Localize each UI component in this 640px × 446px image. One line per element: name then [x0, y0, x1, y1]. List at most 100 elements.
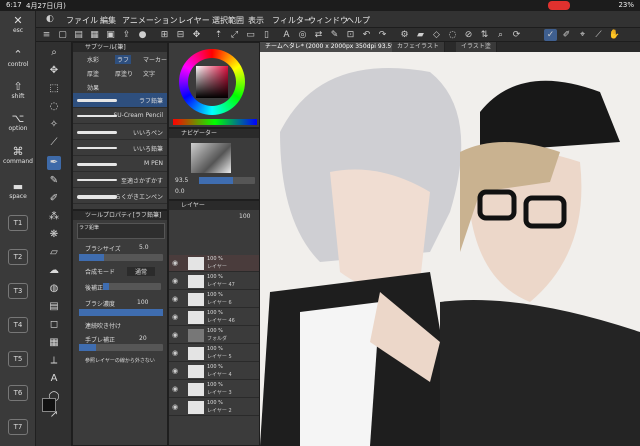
snap-icon[interactable]: ⌖ [576, 29, 589, 41]
pen-icon[interactable]: ✎ [328, 29, 341, 41]
record-icon[interactable]: ● [136, 29, 149, 41]
color-swap-icon[interactable]: ⇄ [312, 29, 325, 41]
move-tool-icon[interactable]: ✥ [47, 64, 61, 78]
rotate-icon[interactable]: ⟳ [510, 29, 523, 41]
zoom-icon[interactable]: ⌕ [494, 29, 507, 41]
option-key[interactable]: ⌥ option [2, 113, 34, 133]
subtool-tab-thick[interactable]: 厚塗 [87, 69, 99, 78]
gallery-icon[interactable]: ▣ [104, 29, 117, 41]
menu-animation[interactable]: アニメーション [122, 15, 178, 26]
gradient-tool-icon[interactable]: ▤ [47, 300, 61, 314]
ruler-icon[interactable]: ⟋ [592, 29, 605, 41]
t5-key[interactable]: T5 [2, 351, 34, 367]
menu-layer[interactable]: レイヤー [178, 15, 210, 26]
stabilize-value[interactable]: 20 [139, 335, 147, 342]
canvas-tab-active[interactable]: チームヘタレ* (2000 x 2000px 350dpi 93.5%) [260, 42, 406, 52]
material-icon[interactable]: ⊟ [174, 29, 187, 41]
layer-row[interactable]: ◉ 100 % レイヤー 6 [169, 291, 259, 308]
control-key[interactable]: ⌃ control [2, 49, 34, 69]
navigator-zoom[interactable]: 93.5 [175, 177, 188, 184]
menu-edit[interactable]: 編集 [100, 15, 116, 26]
smooth-slider[interactable] [103, 283, 161, 290]
menu-icon[interactable]: ≡ [40, 29, 53, 41]
t4-key[interactable]: T4 [2, 317, 34, 333]
zoom-tool-icon[interactable]: ⌕ [47, 46, 61, 60]
esc-key[interactable]: ✕ esc [2, 15, 34, 35]
frame-tool-icon[interactable]: ▦ [47, 336, 61, 350]
brush-size-slider[interactable] [79, 254, 163, 261]
canvas-tab[interactable]: イラスト塗 [456, 42, 497, 52]
menu-filter[interactable]: フィルター [272, 15, 312, 26]
ref-layer-label[interactable]: 参照レイヤーの線から外さない [85, 357, 155, 364]
t1-key[interactable]: T1 [2, 215, 34, 231]
stabilize-slider[interactable] [79, 344, 163, 351]
layer-row[interactable]: ◉ 100 % レイヤー 3 [169, 381, 259, 398]
decor-tool-icon[interactable]: ❋ [47, 228, 61, 242]
layer-row[interactable]: ◉ 100 % レイヤー 4 [169, 363, 259, 380]
pencil-tool-icon[interactable]: ✎ [47, 174, 61, 188]
brush-item[interactable]: いいろ鉛筆 [73, 141, 167, 156]
color-sliders[interactable] [173, 119, 257, 125]
deselect-icon[interactable]: ⊘ [462, 29, 475, 41]
ruler-tool-icon[interactable]: ⟂ [47, 354, 61, 368]
lasso-tool-icon[interactable]: ◌ [47, 100, 61, 114]
open-file-icon[interactable]: ▤ [72, 29, 85, 41]
shift-key[interactable]: ⇧ shift [2, 81, 34, 101]
menu-file[interactable]: ファイル [66, 15, 98, 26]
menu-selection[interactable]: 選択範囲 [212, 15, 244, 26]
select-tool-icon[interactable]: ⬚ [47, 82, 61, 96]
new-file-icon[interactable]: ▢ [56, 29, 69, 41]
navigator-angle[interactable]: 0.0 [175, 188, 185, 195]
blend-tool-icon[interactable]: ☁ [47, 264, 61, 278]
continuous-label[interactable]: 連続吹き付け [85, 321, 121, 330]
hand-icon[interactable]: ✋ [608, 29, 621, 41]
invert-icon[interactable]: ⇅ [478, 29, 491, 41]
menu-view[interactable]: 表示 [248, 15, 264, 26]
brush-item[interactable]: 至適さかずかす [73, 173, 167, 188]
wand-tool-icon[interactable]: ✧ [47, 118, 61, 132]
blend-mode-select[interactable]: 通常 [127, 267, 156, 276]
layer-opacity[interactable]: 100 [239, 213, 250, 220]
command-key[interactable]: ⌘ command [2, 146, 34, 166]
brush-density-value[interactable]: 100 [137, 299, 148, 306]
airbrush-tool-icon[interactable]: ⁂ [47, 210, 61, 224]
redo-icon[interactable]: ↷ [376, 29, 389, 41]
t7-key[interactable]: T7 [2, 419, 34, 435]
layer-icon[interactable]: ▭ [244, 29, 257, 41]
pen-pressure-icon[interactable]: ✓ [544, 29, 557, 41]
figure-tool-icon[interactable]: ◻ [47, 318, 61, 332]
undo-icon[interactable]: ↶ [360, 29, 373, 41]
select-icon[interactable]: ◇ [430, 29, 443, 41]
layer-row[interactable]: ◉ 100 % フォルダ [169, 327, 259, 344]
space-key[interactable]: ▬ space [2, 181, 34, 201]
save-icon[interactable]: ▦ [88, 29, 101, 41]
grid-icon[interactable]: ⊞ [158, 29, 171, 41]
layer-row[interactable]: ◉ 100 % レイヤー 5 [169, 345, 259, 362]
reference-icon[interactable]: ⊡ [344, 29, 357, 41]
move-icon[interactable]: ✥ [190, 29, 203, 41]
subtool-tab-rough[interactable]: ラフ [115, 55, 132, 64]
canvas-tab[interactable]: カフェイラスト [392, 42, 445, 52]
subtool-tab-thick2[interactable]: 厚塗り [115, 69, 133, 78]
layer-row[interactable]: ◉ 100 % レイヤー 47 [169, 273, 259, 290]
settings-icon[interactable]: ⚙ [398, 29, 411, 41]
eraser-icon[interactable]: ✐ [560, 29, 573, 41]
eyedropper-tool-icon[interactable]: ⟋ [47, 136, 61, 150]
brush-item[interactable]: M PEN [73, 157, 167, 172]
text-icon[interactable]: A [280, 29, 293, 41]
subtool-tab-marker[interactable]: マーカー [143, 55, 167, 64]
t2-key[interactable]: T2 [2, 249, 34, 265]
subtool-tab-watercolor[interactable]: 水彩 [87, 55, 99, 64]
brush-item-selected[interactable]: ラフ鉛筆 [73, 93, 167, 108]
brush-tool-icon[interactable]: ✐ [47, 192, 61, 206]
frame-icon[interactable]: ▯ [260, 29, 273, 41]
eraser-tool-icon[interactable]: ▱ [47, 246, 61, 260]
brush-item[interactable]: らくがきエンペン [73, 189, 167, 204]
layer-row[interactable]: ◉ 100 % レイヤー 46 [169, 309, 259, 326]
fill-tool-icon[interactable]: ◍ [47, 282, 61, 296]
menu-window[interactable]: ウィンドウ [308, 15, 348, 26]
lasso-icon[interactable]: ◌ [446, 29, 459, 41]
subtool-tab-text[interactable]: 文字 [143, 69, 155, 78]
layer-row[interactable]: ◉ 100 % レイヤー [169, 255, 259, 272]
saturation-box[interactable] [196, 66, 228, 98]
